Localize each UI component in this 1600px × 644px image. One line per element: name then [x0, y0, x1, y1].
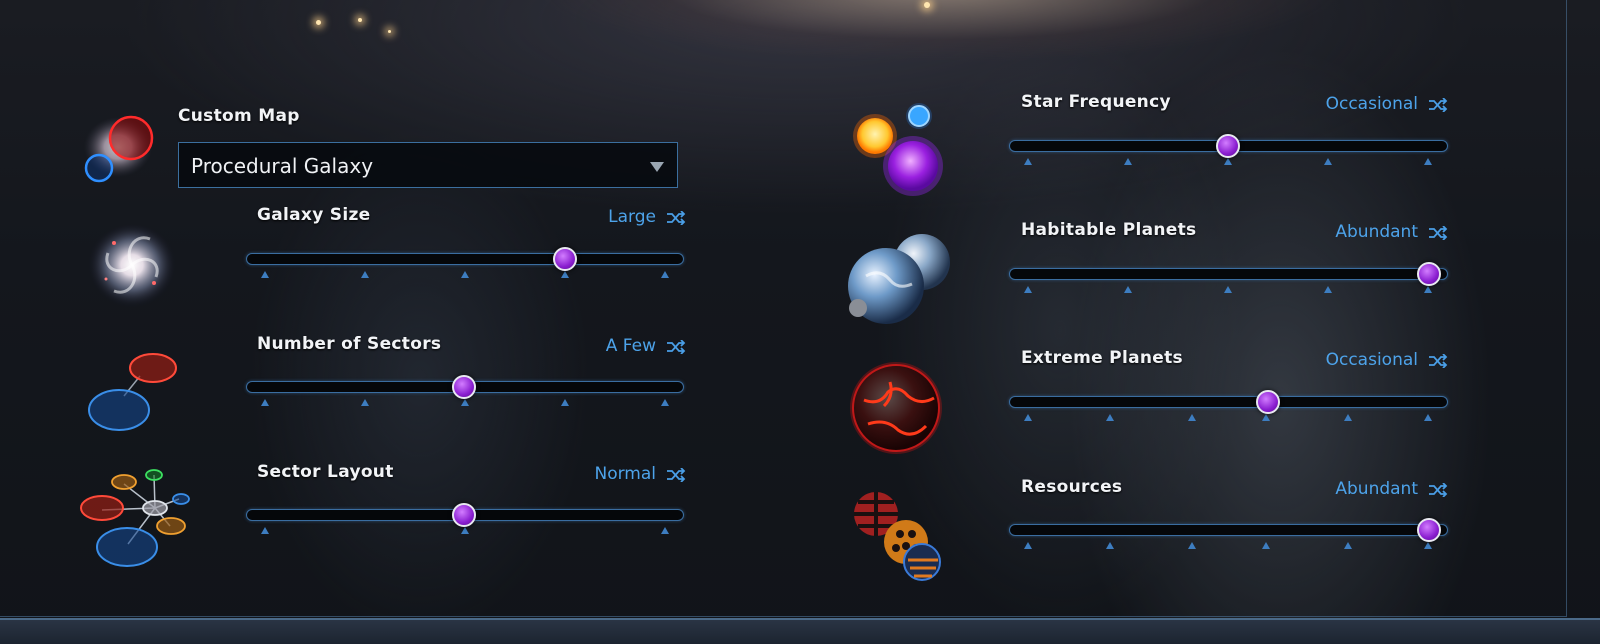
slider-tick [1124, 286, 1132, 293]
resources-value: Abundant [1335, 479, 1418, 499]
slider-tick [1024, 286, 1032, 293]
sector-layout-label: Sector Layout [257, 462, 394, 482]
resources-slider[interactable] [1009, 524, 1448, 536]
slider-tick [661, 399, 669, 406]
slider-tick [461, 527, 469, 534]
resources-icon [850, 490, 946, 582]
slider-tick [461, 399, 469, 406]
slider-tick [661, 271, 669, 278]
background-star [388, 30, 391, 33]
slider-tick [1424, 158, 1432, 165]
extreme-planets-slider[interactable] [1009, 396, 1448, 408]
slider-tick [261, 527, 269, 534]
slider-tick [1024, 414, 1032, 421]
slider-tick [1424, 542, 1432, 549]
slider-tick [461, 271, 469, 278]
slider-tick [1188, 542, 1196, 549]
habitable-planets-value: Abundant [1335, 222, 1418, 242]
shuffle-icon[interactable] [666, 211, 686, 225]
background-star [316, 20, 321, 25]
dropdown-arrow-icon[interactable] [650, 162, 664, 172]
lava-planet-icon [846, 360, 946, 456]
slider-tick [1224, 158, 1232, 165]
slider-tick [1106, 414, 1114, 421]
galaxy-size-label: Galaxy Size [257, 205, 371, 225]
galaxy-map-icon [80, 105, 160, 190]
slider-tick [1262, 542, 1270, 549]
slider-tick [1024, 158, 1032, 165]
slider-tick [1124, 158, 1132, 165]
slider-tick [1188, 414, 1196, 421]
slider-tick [261, 271, 269, 278]
slider-tick [661, 527, 669, 534]
slider-tick [1424, 286, 1432, 293]
slider-tick [361, 399, 369, 406]
shuffle-icon[interactable] [1428, 483, 1448, 497]
habitable-planets-slider-thumb[interactable] [1417, 262, 1441, 286]
number-of-sectors-label: Number of Sectors [257, 334, 442, 354]
star-frequency-slider-thumb[interactable] [1216, 134, 1240, 158]
floor-strip [0, 618, 1600, 644]
slider-tick [1224, 286, 1232, 293]
earth-planets-icon [844, 230, 954, 326]
habitable-planets-slider[interactable] [1009, 268, 1448, 280]
slider-tick [1344, 414, 1352, 421]
extreme-planets-slider-thumb[interactable] [1256, 390, 1280, 414]
slider-tick [1424, 414, 1432, 421]
background-star [358, 18, 362, 22]
sector-layout-value: Normal [594, 464, 656, 484]
slider-tick [1024, 542, 1032, 549]
shuffle-icon[interactable] [1428, 98, 1448, 112]
stars-icon [848, 100, 948, 200]
slider-tick [561, 399, 569, 406]
slider-tick [1324, 158, 1332, 165]
sector-bubbles-icon [84, 350, 180, 434]
spiral-galaxy-icon [84, 213, 180, 313]
habitable-planets-label: Habitable Planets [1021, 220, 1197, 240]
shuffle-icon[interactable] [666, 468, 686, 482]
slider-tick [361, 271, 369, 278]
custom-map-label: Custom Map [178, 106, 300, 126]
slider-tick [1324, 286, 1332, 293]
slider-tick [1344, 542, 1352, 549]
slider-tick [1262, 414, 1270, 421]
slider-tick [1106, 542, 1114, 549]
background-star [924, 2, 930, 8]
custom-map-dropdown[interactable]: Procedural Galaxy [178, 142, 678, 188]
number-of-sectors-slider-thumb[interactable] [452, 375, 476, 399]
shuffle-icon[interactable] [666, 340, 686, 354]
resources-slider-thumb[interactable] [1417, 518, 1441, 542]
shuffle-icon[interactable] [1428, 226, 1448, 240]
galaxy-size-slider[interactable] [246, 253, 684, 265]
number-of-sectors-value: A Few [605, 336, 656, 356]
star-frequency-label: Star Frequency [1021, 92, 1171, 112]
star-frequency-value: Occasional [1325, 94, 1418, 114]
sector-network-icon [78, 466, 192, 570]
extreme-planets-label: Extreme Planets [1021, 348, 1183, 368]
shuffle-icon[interactable] [1428, 354, 1448, 368]
resources-label: Resources [1021, 477, 1123, 497]
galaxy-size-value: Large [608, 207, 656, 227]
sector-layout-slider-thumb[interactable] [452, 503, 476, 527]
slider-tick [561, 271, 569, 278]
custom-map-selected-value: Procedural Galaxy [191, 154, 374, 178]
slider-tick [261, 399, 269, 406]
galaxy-size-slider-thumb[interactable] [553, 247, 577, 271]
extreme-planets-value: Occasional [1325, 350, 1418, 370]
